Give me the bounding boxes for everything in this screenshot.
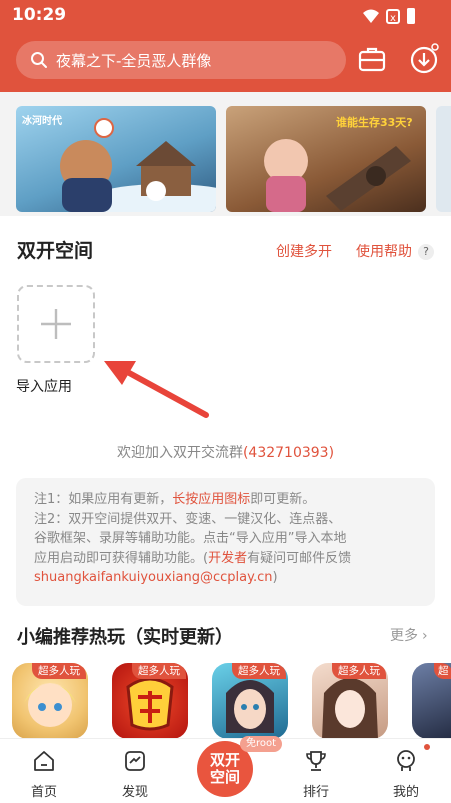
recommend-title: 小编推荐热玩（实时更新） (17, 627, 233, 648)
nav-label: 首页 (30, 785, 57, 800)
join-group-text[interactable]: 欢迎加入双开交流群(432710393) (0, 442, 451, 462)
note-text: 注1：如果应用有更新， (34, 492, 173, 507)
search-placeholder: 夜幕之下-全员恶人群像 (56, 52, 212, 70)
dual-space-title: 双开空间 (17, 240, 94, 262)
popular-tag: 超多人玩 (32, 663, 86, 679)
notification-dot (424, 744, 430, 750)
import-app-button[interactable] (17, 285, 95, 363)
feedback-email[interactable]: shuangkaifankuiyouxiang@ccplay.cn (34, 570, 272, 585)
pointer-arrow-icon (104, 361, 209, 418)
more-link[interactable]: 更多 › (390, 625, 428, 645)
banner-item[interactable]: 谁能生存33天? (226, 106, 426, 212)
profile-icon (397, 750, 415, 771)
search-bar[interactable]: 夜幕之下-全员恶人群像 (16, 41, 346, 79)
help-question-icon: ? (418, 244, 434, 260)
status-time: 10:29 (12, 5, 67, 25)
center-line-1: 双开 (209, 751, 240, 769)
banner-item-partial[interactable] (436, 106, 451, 212)
status-icons: x (361, 7, 421, 29)
app-header: 10:29 x 夜幕之下-全员恶人群像 (0, 0, 451, 92)
banner-title: 谁能生存33天? (336, 116, 413, 129)
join-group-number: (432710393) (242, 445, 335, 461)
note-text: 有疑问可邮件反馈 (247, 550, 352, 566)
banner-item[interactable]: 冰河时代 (16, 106, 216, 212)
more-label: 更多 (390, 628, 418, 644)
notes-panel: 注1：如果应用有更新，长按应用图标即可更新。 注2：双开空间提供双开、变速、一键… (16, 478, 435, 606)
game-icon-tile-partial[interactable]: 超 (412, 663, 451, 739)
nav-label: 我的 (392, 785, 419, 800)
help-link-label: 使用帮助 (356, 244, 412, 260)
svg-text:x: x (390, 13, 396, 24)
game-icon-tile[interactable]: 超多人玩 (212, 663, 288, 739)
join-group-prefix: 欢迎加入双开交流群 (116, 445, 243, 461)
game-icon-tile[interactable]: 超多人玩 (12, 663, 88, 739)
plus-icon (41, 309, 71, 339)
game-icon-tile[interactable]: 超多人玩 (312, 663, 388, 739)
nav-label: 排行 (302, 785, 329, 800)
download-icon[interactable] (409, 43, 441, 75)
popular-tag: 超 (434, 663, 451, 679)
nav-item-discover[interactable]: 发现 (105, 739, 165, 803)
home-icon (34, 751, 54, 771)
search-icon (31, 52, 47, 68)
help-link[interactable]: 使用帮助? (356, 241, 434, 261)
briefcase-icon[interactable] (356, 43, 388, 75)
note-line-3: 谷歌框架、录屏等辅助功能。点击“导入应用”导入本地 (34, 531, 347, 546)
note-line-1: 注1：如果应用有更新，长按应用图标即可更新。 (34, 490, 417, 510)
status-bar: 10:29 x (0, 0, 451, 32)
note-line-5: shuangkaifankuiyouxiang@ccplay.cn) (34, 568, 417, 588)
popular-tag: 超多人玩 (332, 663, 386, 679)
discover-icon (125, 751, 145, 771)
note-text: ) (272, 570, 278, 585)
note-line-4: 应用启动即可获得辅助功能。(开发者有疑问可邮件反馈 (34, 549, 417, 569)
note-line-2: 注2：双开空间提供双开、变速、一键汉化、连点器、 (34, 511, 342, 527)
trophy-icon (306, 751, 326, 771)
note-text: 即可更新。 (250, 492, 316, 507)
nav-item-home[interactable]: 首页 (14, 739, 74, 803)
create-multi-link[interactable]: 创建多开 (276, 241, 332, 261)
center-line-2: 空间 (209, 768, 240, 786)
note-text: 应用启动即可获得辅助功能。( (34, 550, 209, 566)
nav-item-ranking[interactable]: 排行 (286, 739, 346, 803)
banner-carousel[interactable]: 冰河时代 谁能生存33天? (0, 92, 451, 216)
banner-title: 冰河时代 (22, 116, 62, 127)
nav-label: 发现 (121, 785, 148, 800)
import-app-label: 导入应用 (16, 379, 72, 395)
popular-tag: 超多人玩 (132, 663, 186, 679)
wifi-battery-icon: x (363, 8, 415, 24)
root-free-badge: 免root (240, 736, 283, 752)
popular-tag: 超多人玩 (232, 663, 286, 679)
chevron-right-icon: › (422, 628, 428, 644)
note-highlight: 长按应用图标 (172, 492, 251, 507)
game-icon-tile[interactable]: 超多人玩 (112, 663, 188, 739)
developer-highlight: 开发者 (208, 550, 248, 566)
